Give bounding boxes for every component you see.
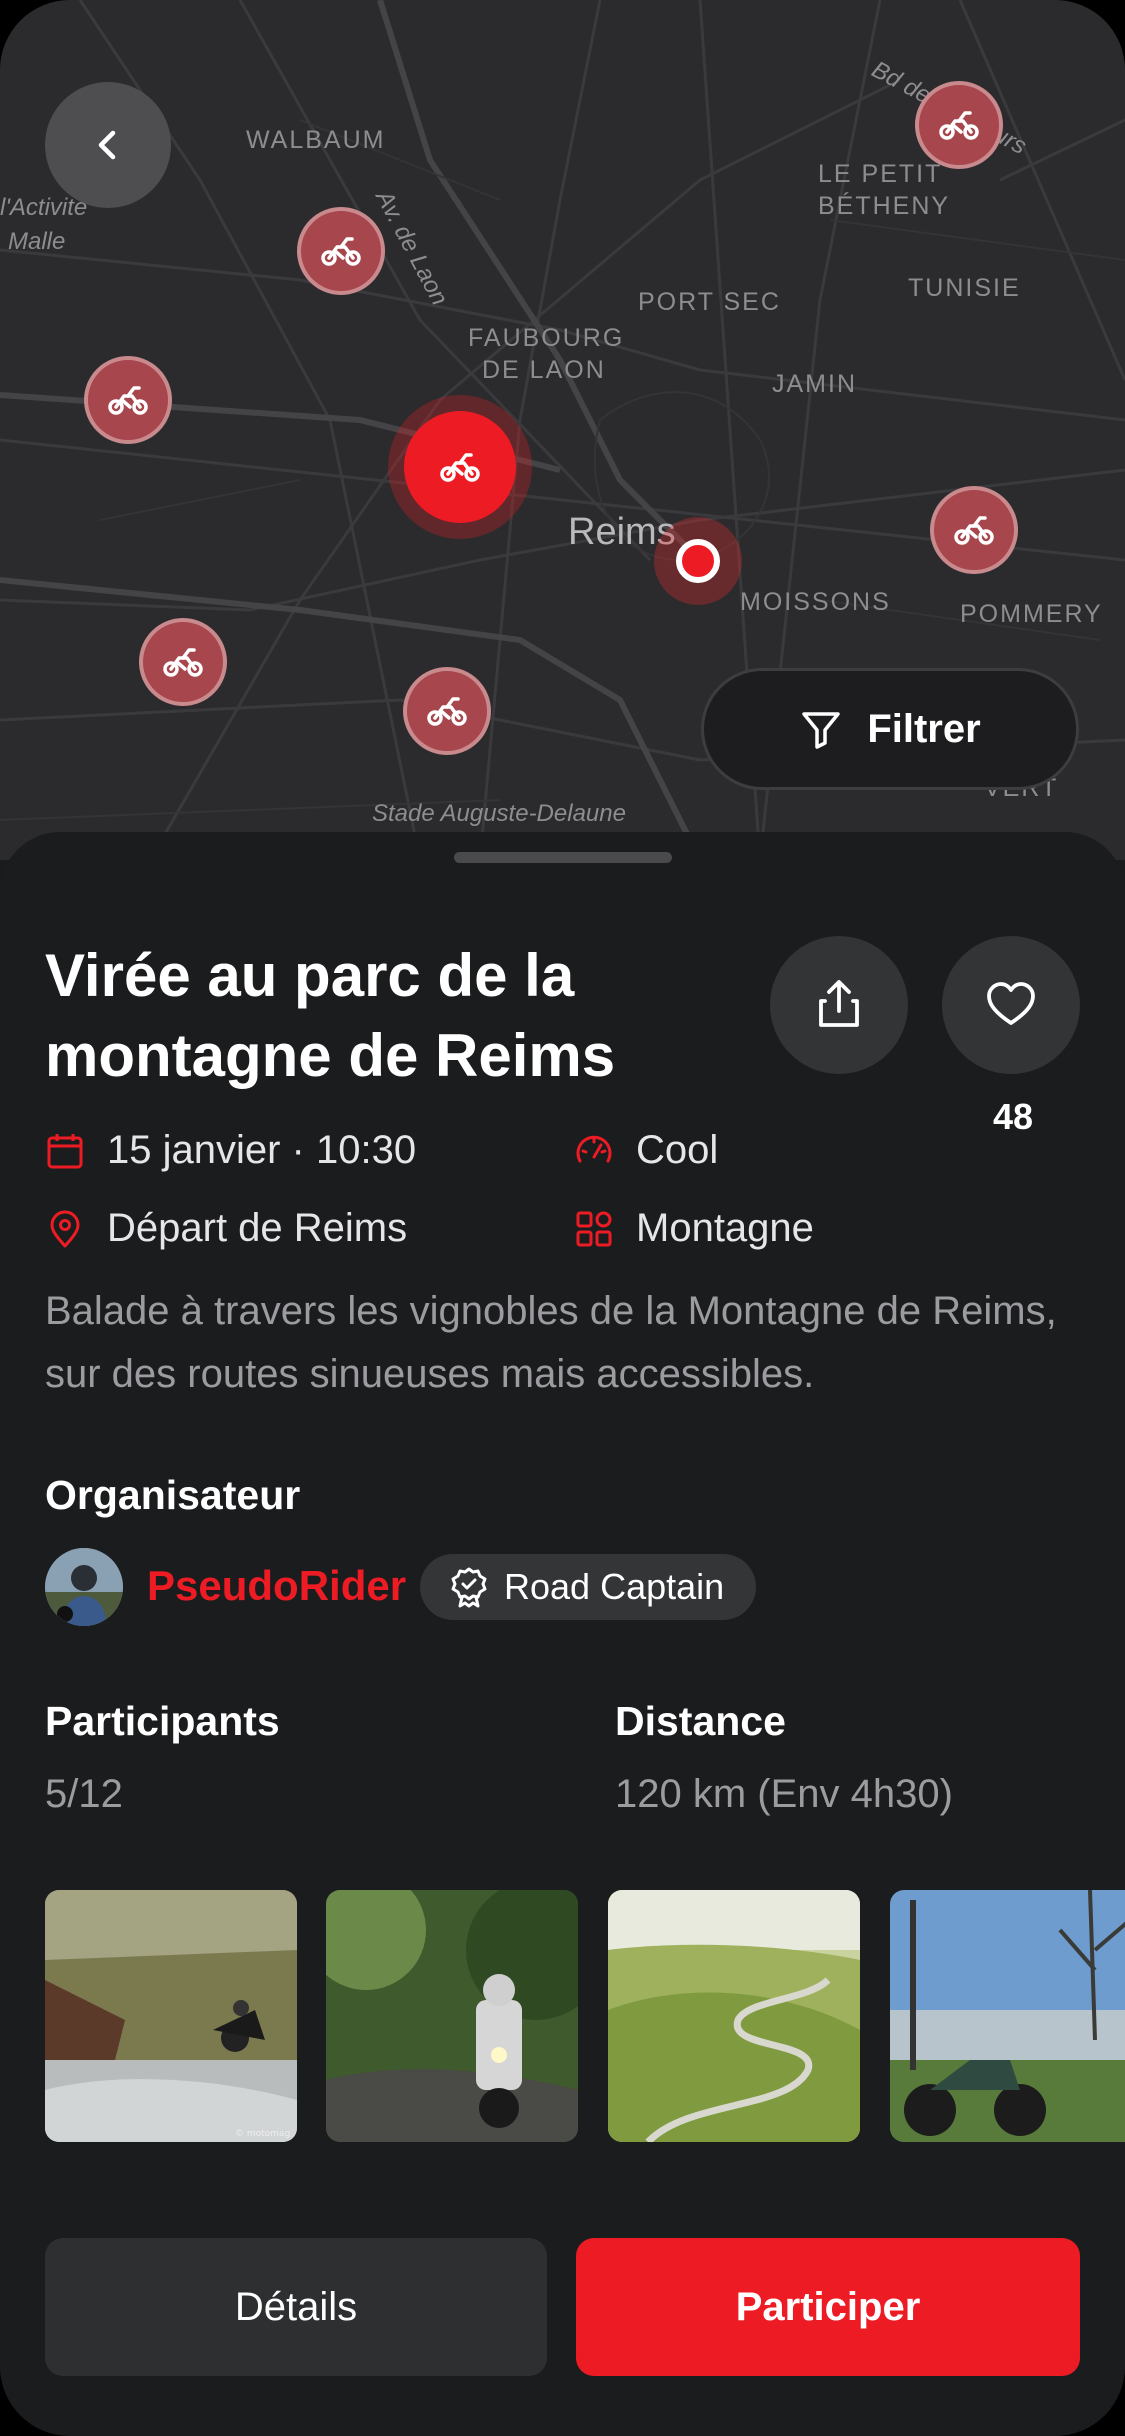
motorcycle-icon xyxy=(427,697,467,726)
distance-label: Distance xyxy=(615,1698,786,1744)
filter-button[interactable]: Filtrer xyxy=(701,668,1079,790)
current-location-dot xyxy=(654,517,742,605)
event-title: Virée au parc de la montagne de Reims xyxy=(45,942,616,1089)
gallery-photo[interactable] xyxy=(608,1890,860,2142)
gallery-photo[interactable] xyxy=(326,1890,578,2142)
gallery-photo[interactable]: © motomag xyxy=(45,1890,297,2142)
avatar-photo xyxy=(45,1548,123,1626)
event-category-text: Montagne xyxy=(636,1206,814,1250)
event-description: Balade à travers les vignobles de la Mon… xyxy=(45,1289,1057,1396)
distance-value: 120 km (Env 4h30) xyxy=(615,1772,953,1816)
motorcycle-icon xyxy=(954,516,994,545)
event-level: Cool xyxy=(574,1128,718,1173)
map-label-le-petit: LE PETIT xyxy=(818,160,943,188)
map-label-betheny: BÉTHENY xyxy=(818,192,951,220)
event-detail-sheet: Virée au parc de la montagne de Reims 48… xyxy=(0,832,1125,2436)
badge-label: Road Captain xyxy=(504,1566,725,1607)
ride-marker[interactable] xyxy=(139,618,227,706)
map-label-port-sec: PORT SEC xyxy=(638,288,781,316)
motorcycle-icon xyxy=(163,648,203,677)
back-button[interactable] xyxy=(45,82,171,208)
like-button[interactable] xyxy=(942,936,1080,1074)
details-button[interactable]: Détails xyxy=(45,2238,547,2376)
speedometer-icon xyxy=(576,1135,612,1162)
event-departure-text: Départ de Reims xyxy=(107,1206,408,1250)
ride-marker-selected[interactable] xyxy=(404,411,516,523)
like-count: 48 xyxy=(992,1096,1034,1137)
motorcycle-icon xyxy=(440,453,480,482)
photo-parked-motorcycle xyxy=(890,1890,1125,2142)
heart-icon xyxy=(987,982,1035,1025)
photo-watermark: © motomag xyxy=(235,2129,290,2139)
map-label-de-laon: DE LAON xyxy=(482,356,606,384)
participants-label: Participants xyxy=(45,1698,280,1744)
sheet-grabber[interactable] xyxy=(454,852,672,863)
ride-marker[interactable] xyxy=(84,356,172,444)
organizer-label: Organisateur xyxy=(45,1472,301,1518)
map-label-walbaum: WALBAUM xyxy=(246,126,386,154)
event-level-text: Cool xyxy=(636,1128,719,1172)
share-button[interactable] xyxy=(770,936,908,1074)
phone-screen: WALBAUM l'Activité Malle Av. de Laon Bd … xyxy=(0,0,1125,2436)
gallery-photo[interactable] xyxy=(890,1890,1125,2142)
map-label-tunisie: TUNISIE xyxy=(908,274,1021,302)
map-label-pommery: POMMERY xyxy=(960,600,1103,628)
photo-winding-road xyxy=(608,1890,860,2142)
organizer-avatar[interactable] xyxy=(45,1548,123,1626)
location-pin-icon xyxy=(50,1210,80,1247)
filter-icon xyxy=(802,712,841,749)
join-button[interactable]: Participer xyxy=(576,2238,1080,2376)
map-label-moissons: MOISSONS xyxy=(740,588,891,616)
map-label-malle: Malle xyxy=(8,228,66,255)
photo-forest-rider xyxy=(326,1890,578,2142)
ride-marker[interactable] xyxy=(930,486,1018,574)
ride-marker[interactable] xyxy=(915,81,1003,169)
event-date: 15 janvier · 10:30 xyxy=(45,1128,416,1173)
motorcycle-icon xyxy=(939,111,979,140)
motorcycle-icon xyxy=(321,237,361,266)
map-label-jamin: JAMIN xyxy=(772,370,857,398)
event-date-text: 15 janvier · 10:30 xyxy=(107,1128,417,1172)
road-captain-badge: Road Captain xyxy=(420,1554,757,1620)
filter-label: Filtrer xyxy=(867,706,981,751)
ride-marker[interactable] xyxy=(297,207,385,295)
category-grid-icon xyxy=(576,1211,612,1246)
award-badge-icon xyxy=(451,1567,487,1608)
motorcycle-icon xyxy=(108,386,148,415)
ride-marker[interactable] xyxy=(403,667,491,755)
calendar-icon xyxy=(47,1133,83,1168)
map-label-faubourg: FAUBOURG xyxy=(468,324,625,352)
chevron-left-icon xyxy=(98,130,116,160)
map-label-stade: Stade Auguste-Delaune xyxy=(372,800,626,827)
share-icon xyxy=(819,980,859,1027)
photo-vineyard-rider: © motomag xyxy=(45,1890,297,2142)
participants-value: 5/12 xyxy=(45,1772,123,1816)
organizer-name[interactable]: PseudoRider xyxy=(147,1562,406,1610)
event-departure: Départ de Reims xyxy=(45,1206,407,1251)
map-view[interactable]: WALBAUM l'Activité Malle Av. de Laon Bd … xyxy=(0,0,1125,860)
event-category: Montagne xyxy=(574,1206,814,1251)
